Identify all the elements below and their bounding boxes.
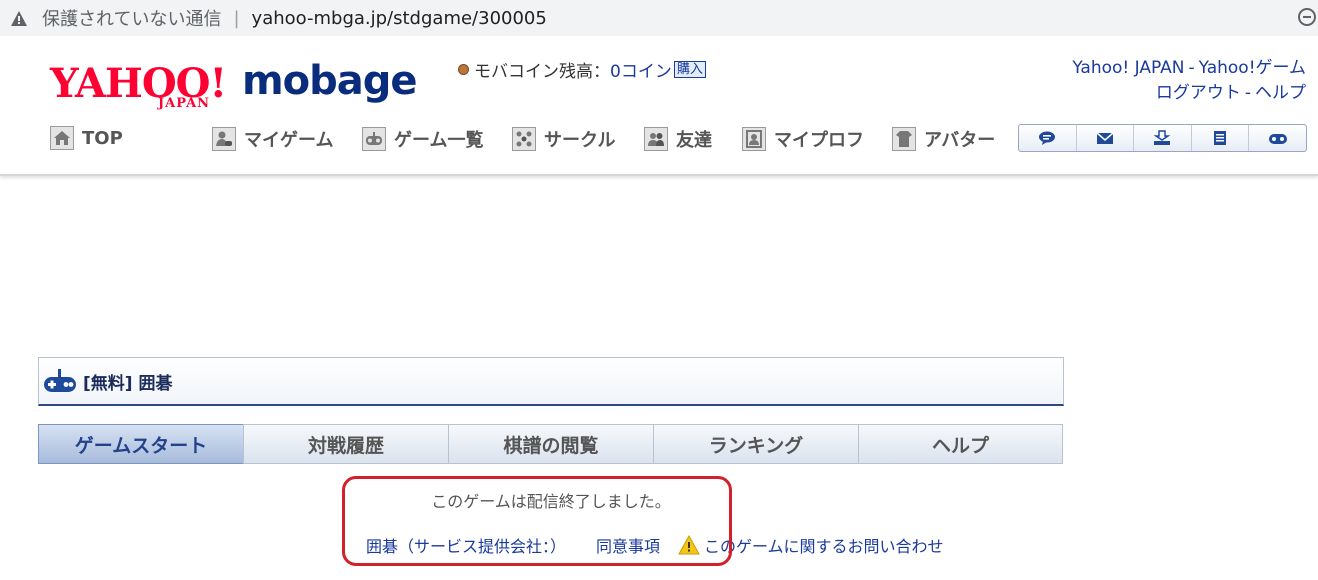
mail-button[interactable] [1077, 125, 1135, 151]
nav-friends-label: 友達 [676, 130, 712, 151]
game-list-icon [362, 127, 386, 151]
yahoo-game-link[interactable]: Yahoo!ゲーム [1199, 58, 1306, 78]
friends-icon [644, 127, 668, 151]
quick-icon-bar [1018, 124, 1307, 152]
yahoo-japan-link[interactable]: Yahoo! JAPAN [1072, 58, 1184, 78]
mobage-logo[interactable]: mobage [242, 58, 418, 104]
nav-top[interactable]: TOP [50, 126, 123, 150]
nav-friends[interactable]: 友達 [644, 126, 712, 152]
chat-button[interactable] [1019, 125, 1077, 151]
tab-help[interactable]: ヘルプ [858, 424, 1063, 464]
header-links: Yahoo! JAPAN - Yahoo!ゲーム ログアウト - ヘルプ [1072, 56, 1306, 106]
profile-icon [742, 127, 766, 151]
game-button[interactable] [1249, 125, 1306, 151]
terms-link[interactable]: 同意事項 [596, 533, 660, 557]
browser-address-bar[interactable]: 保護されていない通信 | yahoo-mbga.jp/stdgame/30000… [0, 0, 1318, 36]
tab-game-start[interactable]: ゲームスタート [38, 424, 243, 464]
nav-my-profile[interactable]: マイプロフ [742, 126, 864, 152]
coin-label: モバコイン残高： [474, 62, 610, 82]
list-button[interactable] [1192, 125, 1250, 151]
security-status[interactable]: 保護されていない通信 [42, 5, 221, 31]
game-tabs: ゲームスタート 対戦履歴 棋譜の閲覧 ランキング ヘルプ [38, 424, 1064, 464]
contact-link[interactable]: このゲームに関するお問い合わせ [704, 533, 944, 557]
list-icon [1214, 131, 1227, 145]
game-footer-links: 囲碁（サービス提供会社：） 同意事項 このゲームに関するお問い合わせ [366, 533, 944, 557]
main-nav: TOP マイゲーム ゲーム一覧 サークル 友達 マイプロフ アバター [0, 124, 1318, 156]
gamepad-icon [44, 369, 76, 392]
link-separator: - [1244, 83, 1251, 103]
coin-icon [458, 64, 469, 75]
home-icon [50, 126, 74, 150]
warning-icon[interactable] [10, 9, 28, 27]
nav-my-game-label: マイゲーム [244, 130, 334, 151]
nav-my-profile-label: マイプロフ [774, 130, 864, 151]
buy-coin-button[interactable]: 購入 [673, 61, 706, 78]
inbox-icon [1154, 130, 1171, 145]
site-header: YAHOO! JAPAN mobage モバコイン残高： 0コイン 購入 Yah… [0, 36, 1318, 176]
inbox-button[interactable] [1134, 125, 1192, 151]
help-link[interactable]: ヘルプ [1255, 83, 1306, 103]
zoom-out-icon[interactable] [1298, 8, 1316, 26]
url-field[interactable]: yahoo-mbga.jp/stdgame/300005 [252, 8, 547, 29]
service-ended-notice: このゲームは配信終了しました。 [431, 492, 671, 511]
nav-game-list[interactable]: ゲーム一覧 [362, 126, 483, 152]
my-game-icon [212, 127, 236, 151]
tab-kifu-view[interactable]: 棋譜の閲覧 [448, 424, 653, 464]
tab-match-history[interactable]: 対戦履歴 [243, 424, 448, 464]
circle-icon [512, 127, 536, 151]
nav-avatar-label: アバター [924, 130, 996, 151]
nav-top-label: TOP [82, 127, 123, 149]
nav-game-list-label: ゲーム一覧 [394, 130, 484, 151]
nav-circle-label: サークル [544, 130, 616, 151]
mail-icon [1096, 132, 1114, 144]
logout-link[interactable]: ログアウト [1156, 83, 1241, 103]
game-title: [無料] 囲碁 [83, 373, 173, 394]
link-separator: - [1188, 58, 1195, 78]
provider-link[interactable]: 囲碁（サービス提供会社：） [366, 533, 566, 557]
nav-avatar[interactable]: アバター [892, 126, 995, 152]
coin-balance: モバコイン残高： 0コイン 購入 [458, 57, 706, 82]
yahoo-japan-logo[interactable]: YAHOO! JAPAN [50, 64, 236, 112]
logo-japan-text: JAPAN [158, 96, 211, 111]
address-separator: | [233, 7, 240, 29]
tab-ranking[interactable]: ランキング [653, 424, 858, 464]
nav-circle[interactable]: サークル [512, 126, 615, 152]
avatar-icon [892, 127, 916, 151]
coin-amount-link[interactable]: 0コイン [610, 57, 672, 82]
warning-icon [678, 535, 700, 555]
game-title-panel: [無料] 囲碁 [38, 357, 1064, 406]
nav-my-game[interactable]: マイゲーム [212, 126, 333, 152]
chat-icon [1039, 131, 1056, 145]
gamepad-icon [1268, 134, 1287, 144]
